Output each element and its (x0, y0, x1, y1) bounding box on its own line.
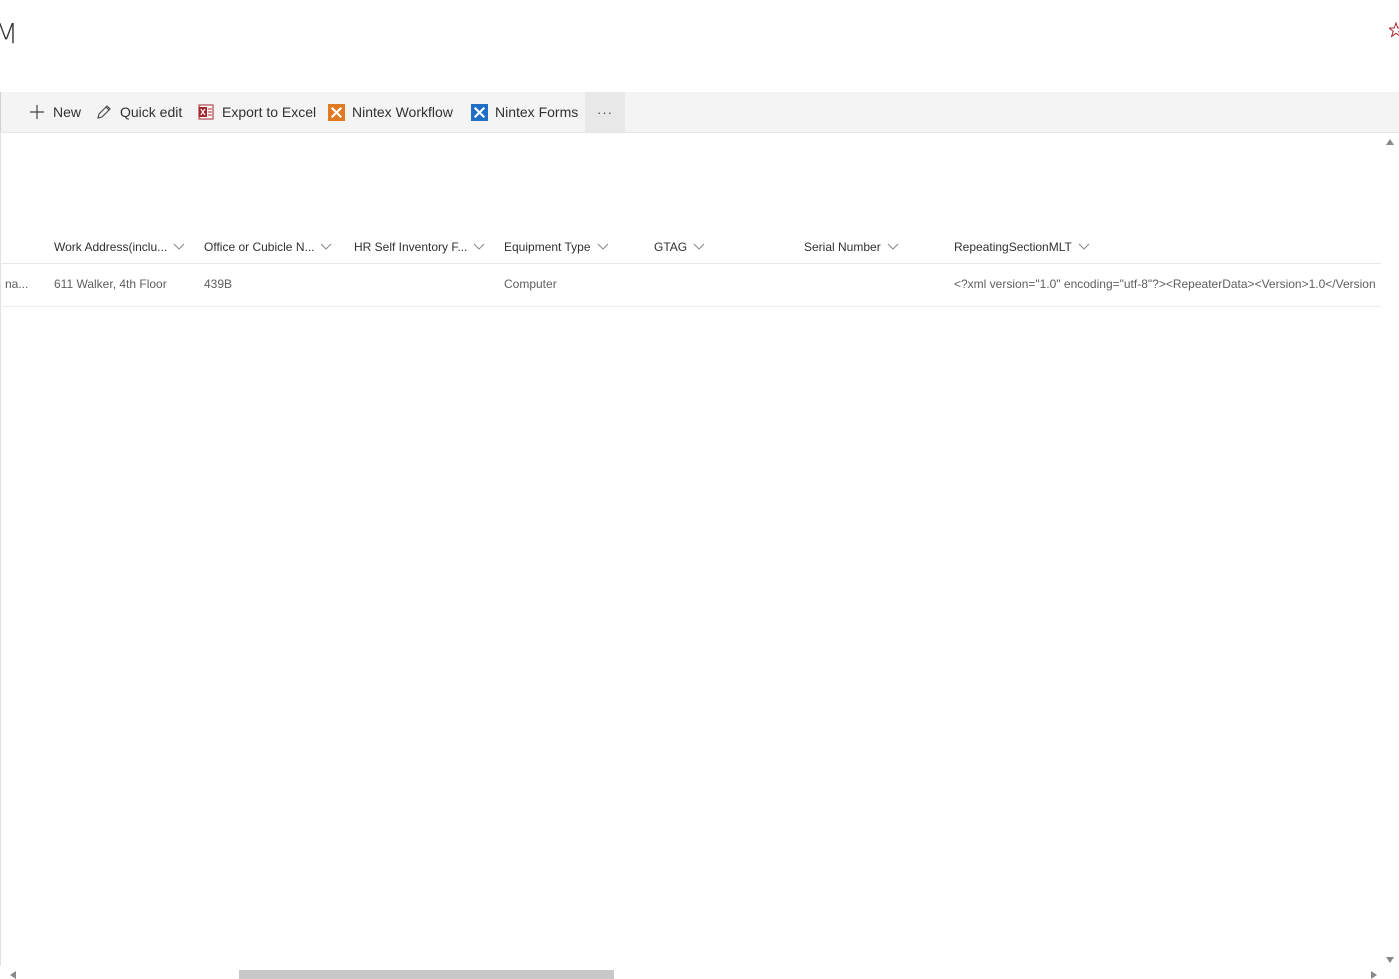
scroll-up-arrow-icon[interactable] (1386, 139, 1394, 145)
column-header-label: Equipment Type (504, 240, 591, 254)
column-header-hr-self-inventory[interactable]: HR Self Inventory F... (354, 235, 485, 259)
chevron-down-icon (597, 243, 608, 250)
chevron-down-icon (887, 243, 899, 250)
cell-office: 439B (204, 277, 233, 291)
column-header-label: HR Self Inventory F... (354, 240, 468, 254)
scroll-down-arrow-icon[interactable] (1386, 957, 1394, 963)
chevron-down-icon (321, 243, 332, 250)
chevron-down-icon (1078, 243, 1090, 250)
forms-label: Nintex Forms (495, 104, 579, 120)
new-label: New (53, 104, 82, 120)
quick-edit-button[interactable]: Quick edit (96, 92, 182, 132)
excel-icon (198, 104, 214, 120)
cell-repeating-section: <?xml version="1.0" encoding="utf-8"?><R… (954, 277, 1376, 291)
command-bar: New Quick edit Export to Excel Nintex Wo… (0, 92, 1399, 133)
column-header-label: RepeatingSectionMLT (954, 240, 1072, 254)
export-label: Export to Excel (222, 104, 317, 120)
workflow-label: Nintex Workflow (352, 104, 453, 120)
column-header-work-address[interactable]: Work Address(inclu... (54, 235, 185, 259)
vertical-scrollbar[interactable] (1381, 133, 1399, 967)
new-button[interactable]: New (29, 92, 81, 132)
nintex-forms-button[interactable]: Nintex Forms (471, 92, 578, 132)
column-header-repeating-section[interactable]: RepeatingSectionMLT (954, 235, 1090, 259)
column-header-gtag[interactable]: GTAG (654, 235, 705, 259)
more-commands-button[interactable]: ··· (585, 92, 625, 132)
chevron-down-icon (173, 243, 185, 250)
quick-edit-label: Quick edit (120, 104, 183, 120)
scroll-right-arrow-icon[interactable] (1371, 971, 1377, 979)
chevron-down-icon (474, 243, 485, 250)
cell-equipment-type: Computer (504, 277, 557, 291)
cell-truncated-previous: na... (5, 277, 29, 291)
column-header-serial-number[interactable]: Serial Number (804, 235, 899, 259)
column-header-label: Work Address(inclu... (54, 240, 168, 254)
export-to-excel-button[interactable]: Export to Excel (198, 92, 316, 132)
chevron-down-icon (693, 243, 705, 250)
star-icon[interactable] (1389, 22, 1399, 38)
nintex-workflow-icon (328, 104, 345, 121)
ellipsis-icon: ··· (597, 104, 613, 120)
command-bar-edge (0, 92, 1, 132)
pencil-icon (96, 104, 112, 120)
cell-work-address: 611 Walker, 4th Floor (54, 277, 167, 291)
scroll-left-arrow-icon[interactable] (10, 971, 16, 979)
column-header-label: GTAG (654, 240, 688, 254)
column-header-equipment-type[interactable]: Equipment Type (504, 235, 609, 259)
column-header-label: Office or Cubicle N... (204, 240, 315, 254)
nintex-workflow-button[interactable]: Nintex Workflow (328, 92, 453, 132)
nintex-forms-icon (471, 104, 488, 121)
site-title: M (0, 17, 19, 50)
horizontal-scrollbar[interactable] (0, 966, 1399, 979)
column-header-label: Serial Number (804, 240, 881, 254)
horizontal-scroll-thumb[interactable] (239, 970, 614, 979)
column-header-office[interactable]: Office or Cubicle N... (204, 235, 332, 259)
plus-icon (29, 104, 45, 120)
